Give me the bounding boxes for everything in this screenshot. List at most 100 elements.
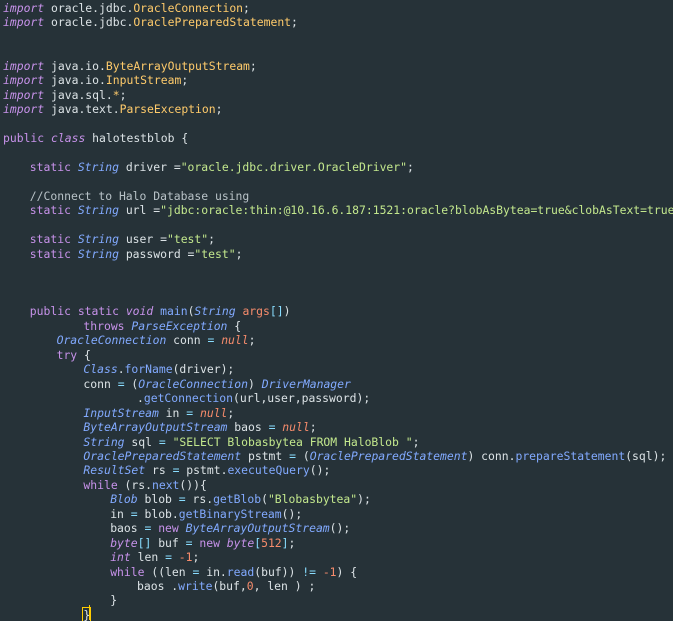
code-line: public static void main(String args[]): [30, 304, 291, 318]
code-line: InputStream in = null;: [83, 406, 234, 420]
code-line: //Connect to Halo Database using: [30, 189, 249, 203]
code-token: ByteArrayOutputStream: [83, 420, 228, 435]
code-line: }: [110, 593, 117, 607]
code-token: =: [165, 550, 172, 565]
code-token: driver =: [118, 159, 181, 174]
code-token: -1: [178, 550, 193, 565]
code-token: InputStream: [105, 73, 182, 88]
code-line: ByteArrayOutputStream baos = null;: [83, 420, 316, 434]
code-token: ;: [192, 550, 200, 565]
code-token: OracleConnection: [138, 376, 248, 391]
code-token: baos: [110, 521, 145, 536]
code-token: String: [77, 159, 119, 174]
code-token: .: [137, 391, 144, 406]
code-token: import: [3, 87, 45, 102]
code-token: (buf)): [254, 564, 303, 579]
code-token: OracleConnection: [133, 1, 244, 15]
code-token: java.sql.: [44, 87, 113, 102]
text-cursor: [89, 605, 90, 620]
code-token: try: [56, 347, 78, 362]
code-token: !=: [302, 564, 316, 579]
code-token: oracle.jdbc.: [44, 1, 134, 15]
code-token: next: [151, 477, 180, 492]
code-token: (url,user,password);: [233, 391, 371, 406]
code-token: class: [51, 131, 86, 146]
code-token: byte: [226, 535, 255, 550]
code-token: ByteArrayOutputStream: [105, 58, 250, 73]
code-line: baos .write(buf,0, len ) ;: [137, 579, 315, 593]
code-token: new: [199, 535, 220, 550]
code-token: =: [130, 506, 138, 521]
code-token: String: [77, 203, 119, 218]
code-token: "oracle.jdbc.driver.OracleDriver": [180, 159, 408, 174]
code-token: static: [77, 304, 119, 319]
code-token: ;: [248, 333, 256, 348]
code-token: ;: [309, 420, 317, 435]
code-token: {: [77, 347, 91, 362]
code-line: import java.io.InputStream;: [3, 73, 188, 87]
code-token: ();: [309, 463, 331, 478]
code-token: len: [130, 550, 166, 565]
code-token: ) conn.: [467, 448, 516, 463]
code-token: oracle.jdbc.: [44, 15, 134, 30]
code-line: try {: [57, 348, 91, 362]
code-token: throws: [83, 318, 125, 333]
code-token: prepareStatement: [515, 448, 626, 463]
code-token: main: [160, 304, 188, 319]
code-token: read: [226, 564, 255, 579]
code-token: Blob: [110, 492, 138, 507]
code-line: static String user ="test";: [30, 232, 215, 246]
code-token: String: [77, 232, 119, 247]
code-token: in: [158, 405, 187, 420]
code-token: String: [83, 434, 125, 449]
code-token: =: [289, 448, 296, 463]
code-token: halotestblob {: [85, 131, 189, 146]
code-line: OraclePreparedStatement pstmt = (OracleP…: [83, 449, 666, 463]
code-token: ]: [281, 535, 289, 550]
code-token: baos: [227, 420, 269, 435]
code-token: =: [158, 434, 166, 449]
code-token: sql: [124, 434, 159, 449]
code-token: DriverManager: [261, 376, 351, 391]
code-token: {: [227, 318, 242, 333]
code-token: ): [248, 376, 262, 391]
code-line: baos = new ByteArrayOutputStream();: [110, 521, 350, 535]
code-token: String: [194, 304, 236, 319]
code-token: OraclePreparedStatement: [133, 15, 292, 30]
code-token: import: [3, 58, 45, 73]
code-token: ParseException: [131, 318, 228, 333]
code-token: []: [269, 304, 284, 319]
code-token: (buf,: [212, 579, 247, 593]
code-token: import: [3, 15, 45, 30]
code-line: Blob blob = rs.getBlob("Blobasbytea");: [110, 492, 371, 506]
code-token: (rs.: [117, 477, 152, 492]
code-line: import java.sql.*;: [3, 88, 126, 102]
code-token: java.io.: [44, 73, 106, 88]
code-token: String: [77, 246, 119, 261]
code-line: import java.text.ParseException;: [3, 102, 222, 116]
code-token: ;: [288, 535, 296, 550]
code-line: public class halotestblob {: [3, 131, 188, 145]
code-token: OraclePreparedStatement: [309, 448, 468, 463]
code-token: null: [199, 405, 228, 420]
code-token: ;: [235, 246, 243, 261]
code-token: byte: [110, 535, 138, 550]
code-token: );: [357, 492, 371, 507]
code-line: int len = -1;: [110, 550, 199, 564]
code-editor[interactable]: import oracle.jdbc.OracleConnection; impo…: [0, 0, 673, 621]
code-line: static String password ="test";: [30, 247, 243, 261]
code-token: ByteArrayOutputStream: [185, 521, 330, 536]
code-token: ResultSet: [83, 463, 146, 478]
code-token: new: [158, 521, 179, 536]
code-token: ;: [291, 15, 298, 30]
code-token: =: [185, 535, 193, 550]
code-token: Class: [83, 362, 118, 377]
code-line: import java.io.ByteArrayOutputStream;: [3, 59, 257, 73]
code-token: []: [137, 535, 152, 550]
code-line: static String url ="jdbc:oracle:thin:@10…: [30, 203, 673, 217]
